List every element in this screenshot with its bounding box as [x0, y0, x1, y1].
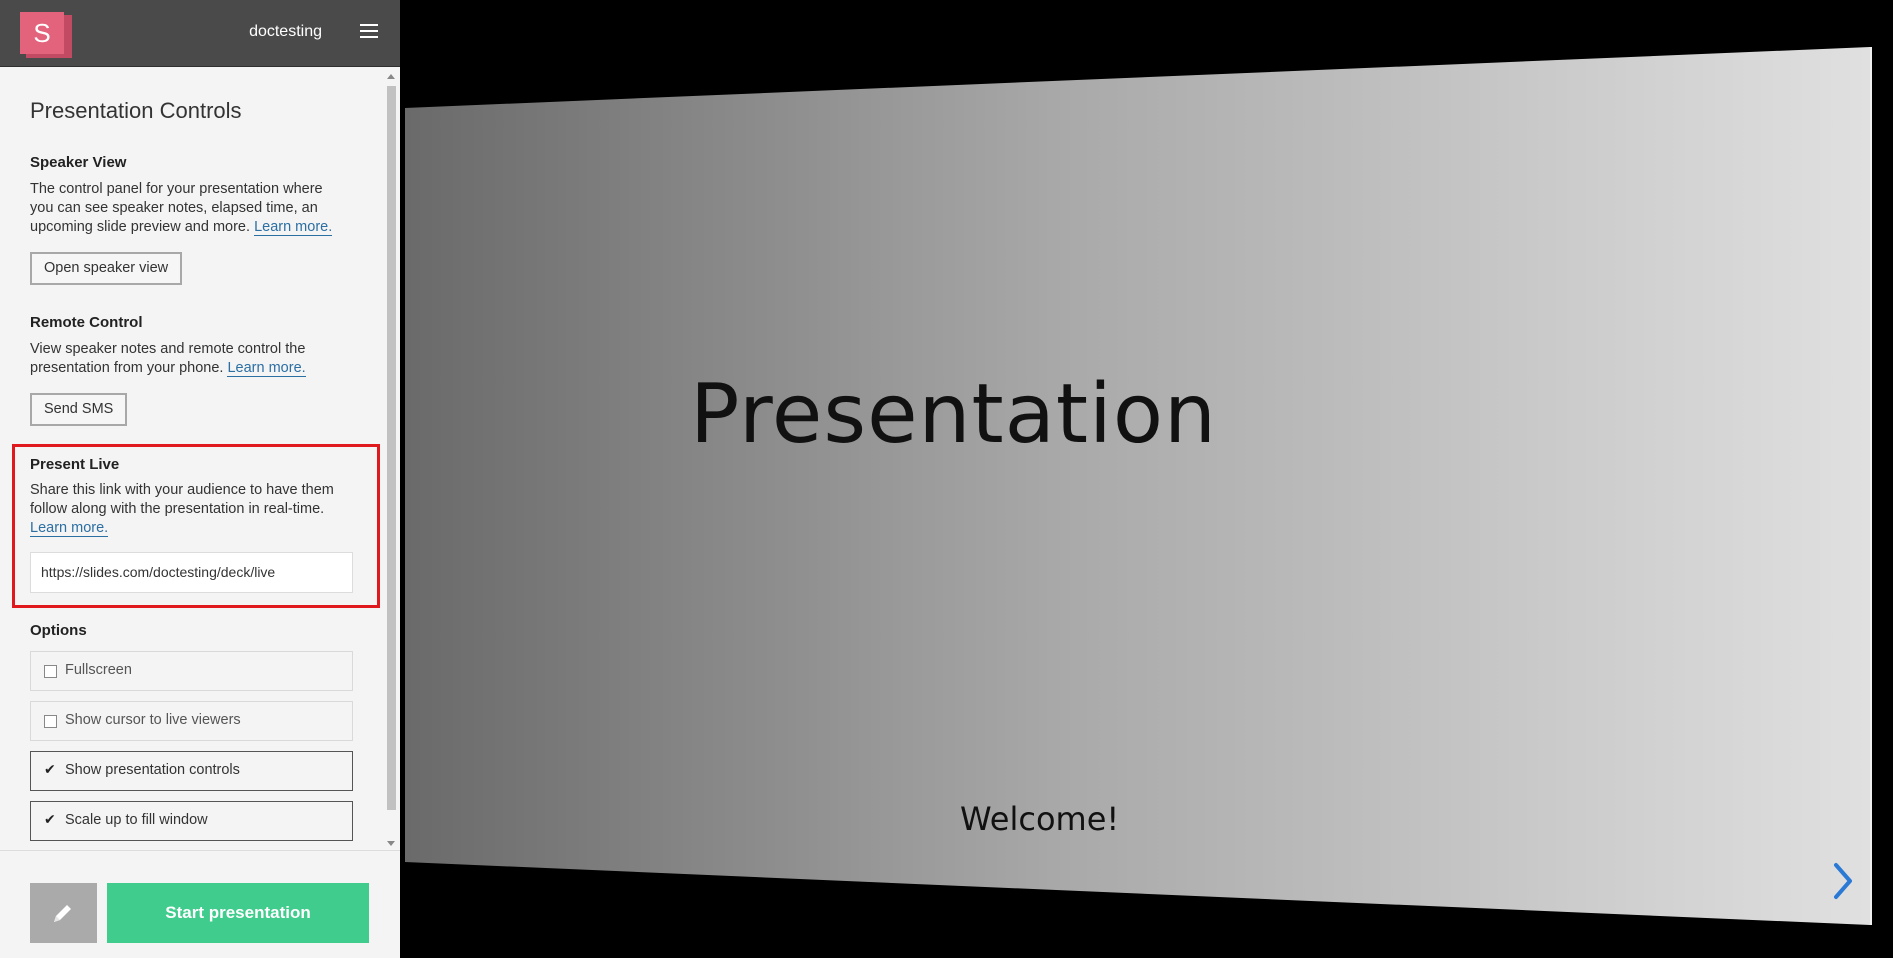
start-presentation-button[interactable]: Start presentation	[107, 883, 369, 943]
next-slide-arrow-icon[interactable]	[1832, 862, 1854, 900]
present-live-description: Share this link with your audience to ha…	[30, 481, 348, 538]
live-url-field[interactable]: https://slides.com/doctesting/deck/live	[30, 552, 353, 593]
show-cursor-option[interactable]: Show cursor to live viewers	[30, 701, 353, 741]
controls-panel: Presentation Controls Speaker View The c…	[0, 68, 400, 850]
show-controls-label: Show presentation controls	[65, 762, 240, 778]
speaker-view-learn-more-link[interactable]: Learn more.	[254, 219, 333, 236]
panel-title: Presentation Controls	[30, 98, 242, 123]
sidebar-header: S doctesting	[0, 0, 400, 67]
presentation-sidebar: S doctesting Presentation Controls Speak…	[0, 0, 400, 958]
remote-control-heading: Remote Control	[30, 314, 143, 331]
fullscreen-checkbox[interactable]	[44, 665, 57, 678]
present-live-heading: Present Live	[30, 456, 120, 473]
sidebar-footer: Start presentation	[0, 850, 400, 958]
checkmark-icon[interactable]: ✔	[44, 811, 56, 828]
show-controls-option[interactable]: ✔ Show presentation controls	[30, 751, 353, 791]
slide-subtitle: Welcome!	[960, 800, 1120, 838]
edit-button[interactable]	[30, 883, 97, 943]
remote-control-description: View speaker notes and remote control th…	[30, 340, 348, 378]
scrollbar-thumb[interactable]	[387, 86, 396, 810]
pencil-icon	[54, 905, 71, 922]
panel-scrollbar[interactable]	[385, 72, 398, 848]
username-label[interactable]: doctesting	[249, 23, 322, 41]
scroll-up-arrow-icon[interactable]	[387, 74, 395, 79]
fullscreen-label: Fullscreen	[65, 662, 132, 678]
hamburger-menu-icon[interactable]	[360, 24, 378, 38]
open-speaker-view-button[interactable]: Open speaker view	[30, 252, 183, 285]
checkmark-icon[interactable]: ✔	[44, 761, 56, 778]
scale-up-label: Scale up to fill window	[65, 812, 208, 828]
scale-up-option[interactable]: ✔ Scale up to fill window	[30, 801, 353, 841]
options-heading: Options	[30, 622, 87, 639]
slide-title: Presentation	[690, 367, 1217, 462]
show-cursor-checkbox[interactable]	[44, 715, 57, 728]
send-sms-button[interactable]: Send SMS	[30, 393, 128, 426]
logo-letter: S	[20, 12, 64, 54]
present-live-text: Share this link with your audience to ha…	[30, 482, 334, 517]
slide-edge	[1870, 47, 1872, 925]
speaker-view-heading: Speaker View	[30, 154, 127, 171]
show-cursor-label: Show cursor to live viewers	[65, 712, 241, 728]
speaker-view-description: The control panel for your presentation …	[30, 180, 348, 237]
slide-canvas[interactable]	[400, 0, 1893, 958]
slide-surface	[405, 47, 1870, 925]
fullscreen-option[interactable]: Fullscreen	[30, 651, 353, 691]
scroll-down-arrow-icon[interactable]	[387, 841, 395, 846]
remote-control-learn-more-link[interactable]: Learn more.	[227, 360, 306, 377]
slides-logo[interactable]: S	[20, 12, 72, 58]
present-live-learn-more-link[interactable]: Learn more.	[30, 520, 109, 537]
slide-stage: Presentation Welcome!	[400, 0, 1893, 958]
